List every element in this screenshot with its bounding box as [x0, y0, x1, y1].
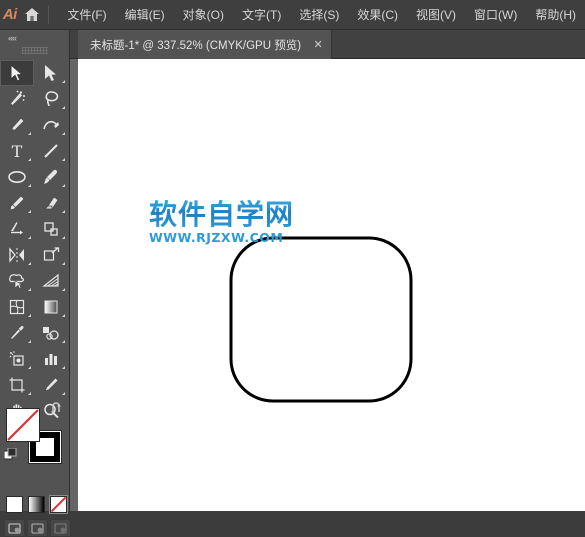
menu-item-list: 文件(F) 编辑(E) 对象(O) 文字(T) 选择(S) 效果(C) 视图(V… [58, 2, 585, 27]
paintbrush-tool[interactable] [34, 164, 68, 190]
type-tool[interactable]: T [0, 138, 34, 164]
tool-row [0, 216, 69, 242]
fill-swatch[interactable] [6, 408, 40, 442]
document-tab-bar: 未标题-1* @ 337.52% (CMYK/GPU 预览) ✕ [70, 30, 585, 59]
rounded-rectangle-shape [229, 236, 413, 403]
tool-grid: T [0, 60, 69, 424]
menu-edit[interactable]: 编辑(E) [116, 2, 174, 27]
screen-mode-fullscreen-menubar[interactable] [27, 519, 48, 537]
rotate-tool[interactable] [0, 216, 34, 242]
menu-select[interactable]: 选择(S) [290, 2, 348, 27]
illustrator-window: Ai 文件(F) 编辑(E) 对象(O) 文字(T) 选择(S) 效果(C) 视… [0, 0, 585, 537]
tool-row [0, 294, 69, 320]
menu-view[interactable]: 视图(V) [407, 2, 465, 27]
fill-mode-row [6, 496, 67, 513]
tool-row [0, 346, 69, 372]
document-tab[interactable]: 未标题-1* @ 337.52% (CMYK/GPU 预览) ✕ [78, 30, 333, 59]
line-segment-tool[interactable] [34, 138, 68, 164]
eraser-tool[interactable] [34, 190, 68, 216]
menu-bar: Ai 文件(F) 编辑(E) 对象(O) 文字(T) 选择(S) 效果(C) 视… [0, 0, 585, 30]
document-tab-title: 未标题-1* @ 337.52% (CMYK/GPU 预览) [90, 39, 302, 52]
perspective-grid-tool[interactable] [34, 268, 68, 294]
menu-divider [47, 5, 49, 24]
tool-row [0, 164, 69, 190]
screen-mode-fullscreen[interactable] [50, 519, 71, 537]
tool-row [0, 268, 69, 294]
tool-row: T [0, 138, 69, 164]
watermark-url: WWW.RJZXW.COM [149, 230, 284, 245]
screen-mode-row [4, 519, 71, 537]
free-transform-tool[interactable] [34, 242, 68, 268]
direct-selection-tool[interactable] [34, 60, 68, 86]
scale-tool[interactable] [34, 216, 68, 242]
width-tool[interactable] [0, 242, 34, 268]
menu-effect[interactable]: 效果(C) [348, 2, 407, 27]
fill-stroke-controls [4, 402, 64, 464]
collapse-panel-icon[interactable]: «« [4, 32, 20, 44]
pen-tool[interactable] [0, 112, 34, 138]
swatch-gradient[interactable] [28, 496, 45, 513]
lasso-tool[interactable] [34, 86, 68, 112]
shaper-tool[interactable] [0, 190, 34, 216]
home-icon[interactable] [20, 0, 44, 30]
artboard[interactable]: 软件自学网 WWW.RJZXW.COM [78, 59, 585, 511]
column-graph-tool[interactable] [34, 346, 68, 372]
swatch-color[interactable] [6, 496, 23, 513]
selection-tool[interactable] [0, 60, 34, 86]
shape-builder-tool[interactable] [0, 268, 34, 294]
watermark: 软件自学网 WWW.RJZXW.COM [149, 200, 299, 245]
tool-row [0, 190, 69, 216]
none-indicator-icon [7, 409, 39, 441]
ai-logo: Ai [2, 6, 17, 23]
menu-type[interactable]: 文字(T) [233, 2, 290, 27]
close-icon[interactable]: ✕ [311, 38, 325, 52]
slice-tool[interactable] [34, 372, 68, 398]
default-fill-stroke-icon[interactable] [4, 448, 17, 461]
watermark-title: 软件自学网 [149, 200, 299, 230]
artboard-tool[interactable] [0, 372, 34, 398]
tool-row [0, 242, 69, 268]
ellipse-tool[interactable] [0, 164, 34, 190]
tool-row [0, 86, 69, 112]
swatch-none[interactable] [50, 496, 67, 513]
tool-row [0, 372, 69, 398]
swap-fill-stroke-icon[interactable] [50, 402, 64, 416]
tool-row [0, 112, 69, 138]
artwork-layer [229, 236, 413, 403]
menu-help[interactable]: 帮助(H) [526, 2, 585, 27]
screen-mode-normal[interactable] [4, 519, 25, 537]
tool-row [0, 60, 69, 86]
menu-file[interactable]: 文件(F) [58, 2, 115, 27]
eyedropper-tool[interactable] [0, 320, 34, 346]
tool-row [0, 320, 69, 346]
menu-object[interactable]: 对象(O) [174, 2, 233, 27]
panel-drag-handle[interactable] [0, 44, 69, 56]
mesh-tool[interactable] [0, 294, 34, 320]
symbol-sprayer-tool[interactable] [0, 346, 34, 372]
svg-text:T: T [12, 142, 23, 160]
gradient-tool[interactable] [34, 294, 68, 320]
curvature-tool[interactable] [34, 112, 68, 138]
menu-window[interactable]: 窗口(W) [465, 2, 526, 27]
canvas-area[interactable]: 软件自学网 WWW.RJZXW.COM [70, 59, 585, 511]
magic-wand-tool[interactable] [0, 86, 34, 112]
blend-tool[interactable] [34, 320, 68, 346]
tools-panel: «« T [0, 30, 71, 537]
